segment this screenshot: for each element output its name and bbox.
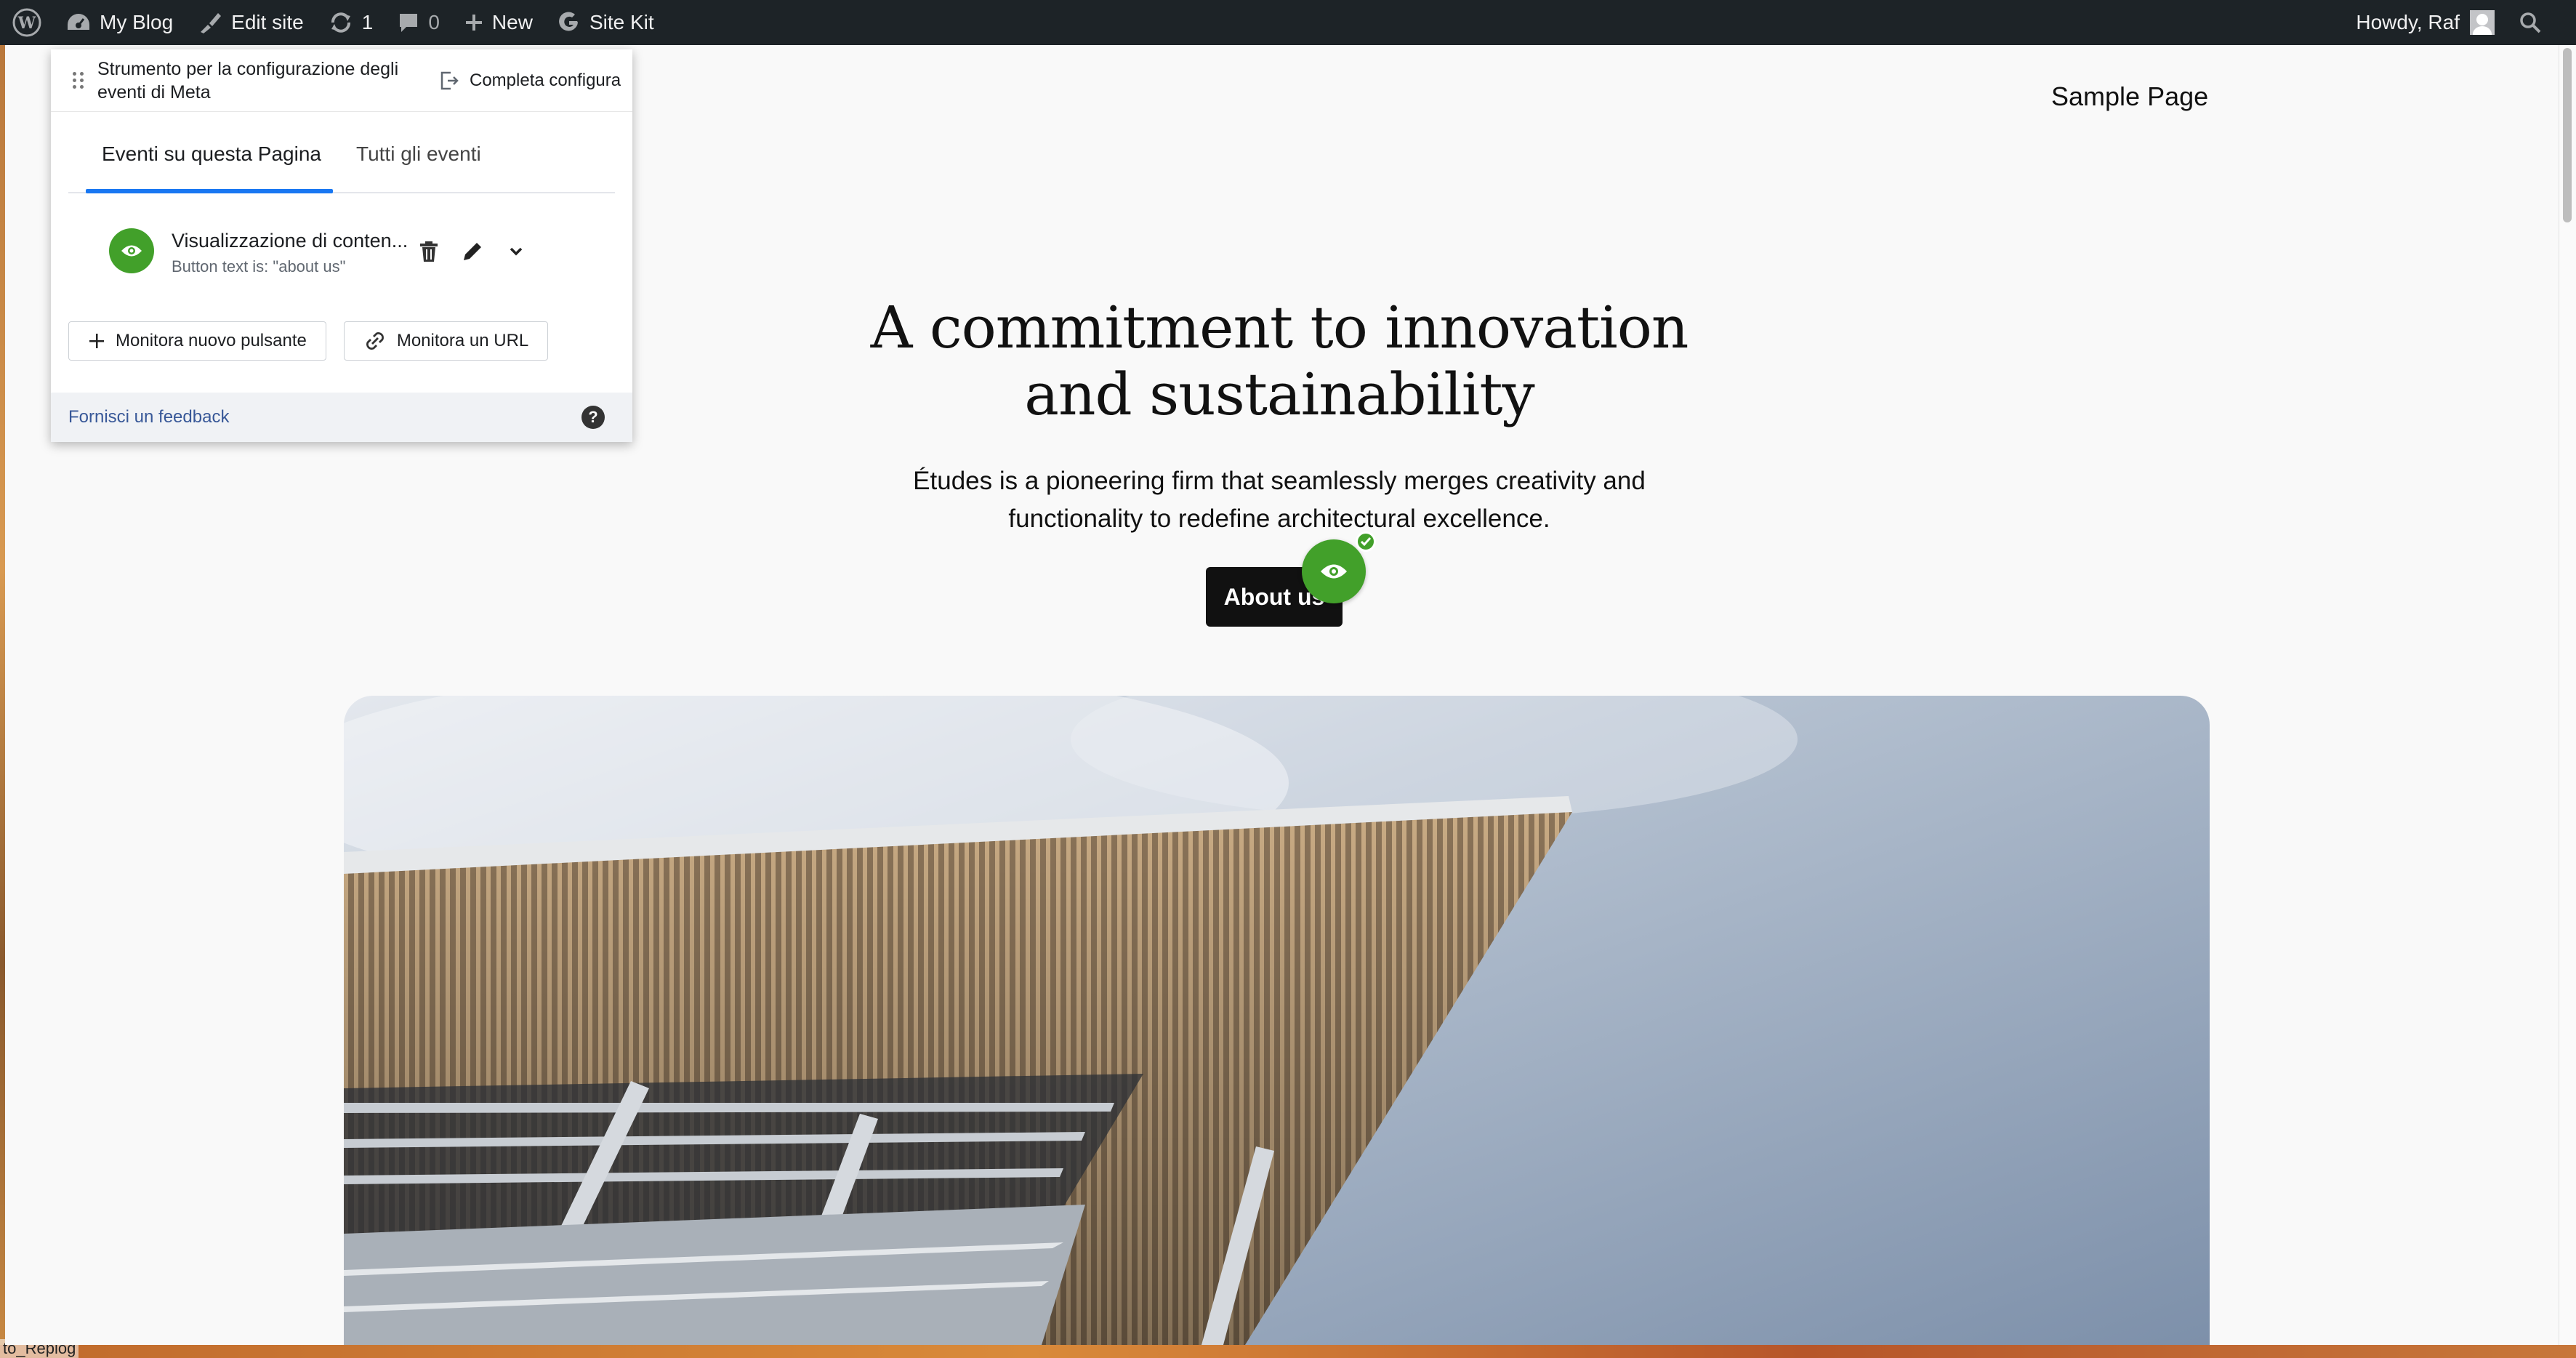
my-blog-label: My Blog <box>100 11 174 33</box>
desktop-edge-left <box>0 45 5 1358</box>
meta-event-setup-panel: Strumento per la configurazione degli ev… <box>51 49 632 442</box>
track-new-button[interactable]: Monitora nuovo pulsante <box>68 321 326 361</box>
brush-icon <box>201 13 222 33</box>
edit-event-button[interactable] <box>458 237 487 266</box>
updates-count: 1 <box>361 11 374 33</box>
updates-menu[interactable]: 1 <box>316 0 386 45</box>
site-kit-menu[interactable]: Site Kit <box>545 0 667 45</box>
event-name: Visualizzazione di conten... <box>172 230 408 252</box>
event-condition: Button text is: "about us" <box>172 257 346 276</box>
exit-icon <box>440 71 459 89</box>
delete-event-button[interactable] <box>414 237 443 266</box>
complete-setup-button[interactable]: Completa configura <box>438 70 624 92</box>
tab-all-events[interactable]: Tutti gli eventi <box>356 142 481 166</box>
panel-tabs: Eventi su questa Pagina Tutti gli eventi <box>68 112 615 193</box>
event-list-item[interactable]: Visualizzazione di conten... Button text… <box>109 222 618 302</box>
panel-header: Strumento per la configurazione degli ev… <box>51 49 632 112</box>
panel-footer: Fornisci un feedback ? <box>51 393 632 442</box>
site-kit-label: Site Kit <box>589 11 654 33</box>
hero-description-line-2: functionality to redefine architectural … <box>1008 505 1550 533</box>
tab-events-on-page[interactable]: Eventi su questa Pagina <box>102 142 321 166</box>
panel-action-buttons: Monitora nuovo pulsante Monitora un URL <box>68 321 549 361</box>
pencil-icon <box>464 243 481 260</box>
howdy-label: Howdy, Raf <box>2356 11 2460 33</box>
avatar <box>2470 10 2495 35</box>
help-icon[interactable]: ? <box>581 406 605 429</box>
desktop-dock-strip <box>0 1345 2576 1358</box>
plus-icon <box>89 334 104 348</box>
edit-site-menu[interactable]: Edit site <box>185 0 316 45</box>
expand-event-button[interactable] <box>502 237 531 266</box>
active-tab-indicator <box>86 189 333 193</box>
drag-handle-icon[interactable] <box>73 72 87 89</box>
track-new-button-label: Monitora nuovo pulsante <box>116 331 307 350</box>
search-icon <box>2520 12 2541 33</box>
my-blog-menu[interactable]: My Blog <box>54 0 185 45</box>
hero-description-line-1: Études is a pioneering firm that seamles… <box>913 467 1646 495</box>
new-label: New <box>491 11 533 33</box>
hero-description: Études is a pioneering firm that seamles… <box>858 462 1701 538</box>
my-account-menu[interactable]: Howdy, Raf <box>2343 0 2507 45</box>
tracked-event-badge[interactable] <box>1302 539 1366 603</box>
new-content-menu[interactable]: New <box>452 0 545 45</box>
checkmark-icon <box>1356 531 1376 552</box>
building-photo <box>344 696 2210 1345</box>
panel-title: Strumento per la configurazione degli ev… <box>97 58 399 103</box>
complete-setup-label: Completa configura <box>470 70 621 90</box>
scrollbar-thumb[interactable] <box>2563 48 2572 222</box>
chevron-down-icon <box>510 247 523 256</box>
feedback-link[interactable]: Fornisci un feedback <box>68 407 229 427</box>
track-url-button[interactable]: Monitora un URL <box>343 321 549 361</box>
wordpress-icon: W <box>12 8 41 37</box>
admin-bar: W My Blog Edit site 1 0 New Site Kit How… <box>0 0 2576 45</box>
view-content-eye-icon <box>109 228 154 273</box>
google-g-icon <box>559 12 578 31</box>
link-icon <box>366 332 384 350</box>
comments-menu[interactable]: 0 <box>385 0 452 45</box>
plus-icon <box>465 15 482 31</box>
dashboard-icon <box>68 14 89 30</box>
svg-text:W: W <box>17 14 36 33</box>
wordpress-logo-button[interactable]: W <box>0 0 54 45</box>
search-button[interactable] <box>2507 0 2576 45</box>
page-scrollbar[interactable] <box>2559 45 2576 1345</box>
comments-count: 0 <box>428 11 440 33</box>
track-url-button-label: Monitora un URL <box>396 331 529 350</box>
updates-icon <box>331 12 350 33</box>
eye-icon <box>1321 564 1347 579</box>
comment-icon <box>400 14 418 32</box>
hero-title: A commitment to innovation and sustainab… <box>829 294 1730 428</box>
edit-site-label: Edit site <box>231 11 304 33</box>
hero-title-line-1: A commitment to innovation <box>870 294 1689 361</box>
hero-building-image <box>344 696 2210 1345</box>
nav-sample-page[interactable]: Sample Page <box>2051 81 2208 112</box>
hero-title-line-2: and sustainability <box>1024 361 1534 428</box>
trash-icon <box>420 241 438 262</box>
